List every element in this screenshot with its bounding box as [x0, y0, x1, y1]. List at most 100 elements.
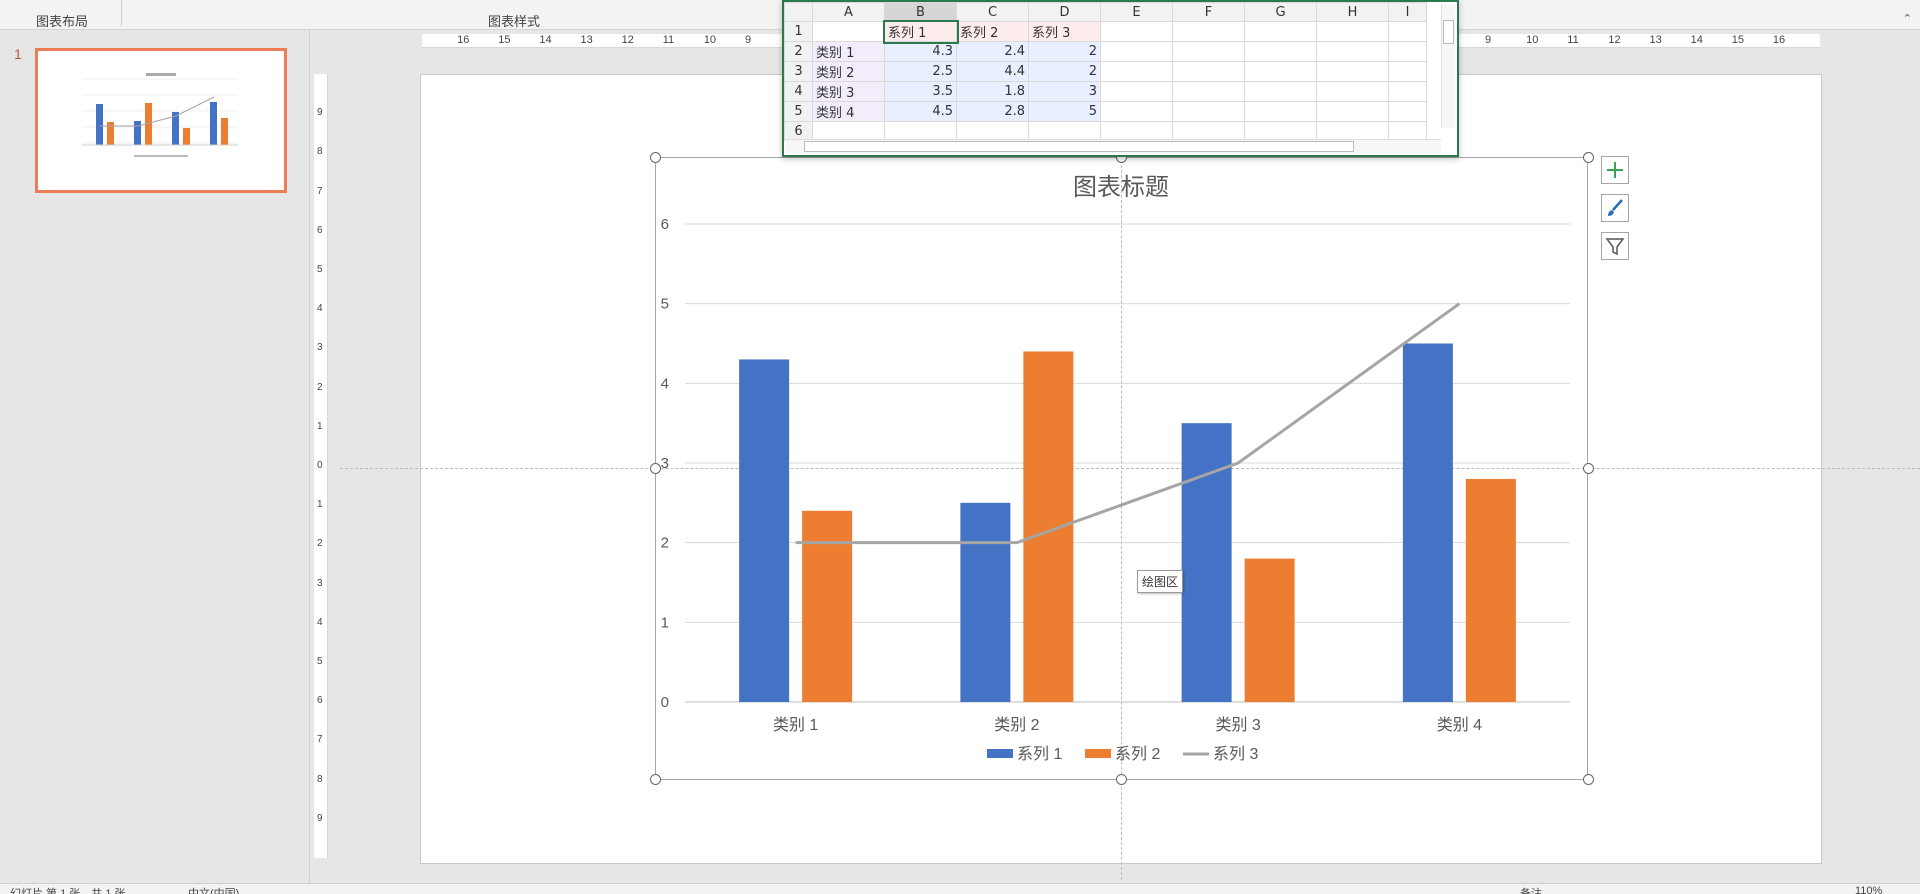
column-header[interactable]: H — [1316, 2, 1389, 22]
chart-layout-group-label[interactable]: 图表布局 — [36, 11, 88, 30]
sheet-cell[interactable] — [1172, 101, 1245, 122]
sheet-cell[interactable] — [956, 121, 1029, 141]
sheet-cell[interactable] — [1388, 41, 1427, 62]
sheet-cell[interactable] — [812, 21, 885, 42]
sheet-cell[interactable]: 系列 2 — [956, 21, 1029, 42]
series-line[interactable] — [795, 302, 1461, 545]
notes-button[interactable]: 备注 — [1520, 885, 1542, 894]
language-indicator[interactable]: 中文(中国) — [188, 885, 239, 894]
sheet-cell[interactable]: 3 — [1028, 81, 1101, 102]
bar[interactable] — [960, 502, 1011, 702]
sheet-cell[interactable] — [1244, 61, 1317, 82]
zoom-level[interactable]: 110% — [1855, 885, 1882, 894]
sheet-cell[interactable] — [1388, 81, 1427, 102]
select-all-corner[interactable] — [784, 2, 813, 22]
sheet-cell[interactable]: 3.5 — [884, 81, 957, 102]
bar[interactable] — [1181, 423, 1232, 702]
column-header[interactable]: G — [1244, 2, 1317, 22]
bar[interactable] — [1402, 343, 1453, 703]
sheet-cell[interactable]: 1.8 — [956, 81, 1029, 102]
sheet-cell[interactable]: 2 — [1028, 61, 1101, 82]
chart-legend[interactable]: 系列 1 系列 2 系列 3 — [987, 745, 1258, 763]
sheet-cell[interactable] — [1316, 121, 1389, 141]
chart-data-spreadsheet[interactable]: A B C D E F G H I 1 系列 1 系列 2 系列 3 2 类别 1 4.3 2.4 2 3 类别 22… — [782, 0, 1459, 157]
sheet-cell[interactable]: 4.5 — [884, 101, 957, 122]
row-header[interactable]: 2 — [784, 41, 813, 62]
column-header[interactable]: E — [1100, 2, 1173, 22]
row-header[interactable]: 1 — [784, 21, 813, 42]
vertical-scrollbar[interactable] — [1441, 4, 1455, 128]
bar[interactable] — [802, 510, 853, 702]
sheet-cell[interactable] — [1028, 121, 1101, 141]
chart-filters-button[interactable] — [1601, 232, 1629, 260]
sheet-cell[interactable] — [1172, 61, 1245, 82]
sheet-cell[interactable]: 2 — [1028, 41, 1101, 62]
sheet-cell[interactable] — [1100, 101, 1173, 122]
table-row: 1 系列 1 系列 2 系列 3 — [784, 19, 1427, 44]
scrollbar-thumb[interactable] — [804, 141, 1354, 152]
sheet-cell[interactable]: 4.4 — [956, 61, 1029, 82]
scrollbar-thumb[interactable] — [1443, 20, 1454, 44]
sheet-cell[interactable] — [884, 121, 957, 141]
sheet-cell[interactable] — [1244, 41, 1317, 62]
sheet-cell[interactable] — [1172, 41, 1245, 62]
chart-styles-button[interactable] — [1601, 194, 1629, 222]
ruler-label: 11 — [662, 34, 675, 46]
sheet-cell[interactable]: 5 — [1028, 101, 1101, 122]
bar[interactable] — [739, 359, 790, 702]
sheet-cell[interactable] — [1316, 41, 1389, 62]
horizontal-scrollbar[interactable] — [786, 139, 1441, 153]
sheet-cell[interactable]: 类别 2 — [812, 61, 885, 82]
sheet-cell[interactable] — [1100, 41, 1173, 62]
column-header[interactable]: C — [956, 2, 1029, 22]
column-header[interactable]: I — [1388, 2, 1427, 22]
sheet-cell[interactable]: 类别 1 — [812, 41, 885, 62]
sheet-cell[interactable] — [1316, 81, 1389, 102]
sheet-cell[interactable] — [812, 121, 885, 141]
sheet-cell[interactable] — [1244, 121, 1317, 141]
sheet-cell[interactable] — [1316, 21, 1389, 42]
sheet-cell[interactable]: 类别 4 — [812, 101, 885, 122]
bar[interactable] — [1465, 478, 1516, 702]
sheet-cell[interactable] — [1172, 81, 1245, 102]
sheet-cell[interactable]: 系列 1 — [882, 19, 959, 44]
spreadsheet-grid[interactable]: A B C D E F G H I 1 系列 1 系列 2 系列 3 2 类别 1 4.3 2.4 2 3 类别 22… — [784, 2, 1427, 141]
sheet-cell[interactable] — [1388, 101, 1427, 122]
sheet-cell[interactable] — [1388, 121, 1427, 141]
sheet-cell[interactable]: 系列 3 — [1028, 21, 1101, 42]
bar[interactable] — [1244, 558, 1295, 702]
row-header[interactable]: 6 — [784, 121, 813, 141]
sheet-cell[interactable] — [1172, 21, 1245, 42]
sheet-cell[interactable]: 2.5 — [884, 61, 957, 82]
sheet-cell[interactable] — [1244, 81, 1317, 102]
sheet-cell[interactable] — [1100, 121, 1173, 141]
bar[interactable] — [1023, 351, 1074, 702]
row-header[interactable]: 5 — [784, 101, 813, 122]
sheet-cell[interactable]: 2.4 — [956, 41, 1029, 62]
chart-styles-group-label[interactable]: 图表样式 — [488, 11, 540, 30]
row-header[interactable]: 3 — [784, 61, 813, 82]
column-header[interactable]: D — [1028, 2, 1101, 22]
sheet-cell[interactable] — [1316, 61, 1389, 82]
sheet-cell[interactable]: 4.3 — [884, 41, 957, 62]
sheet-cell[interactable] — [1100, 81, 1173, 102]
row-header[interactable]: 4 — [784, 81, 813, 102]
sheet-cell[interactable]: 2.8 — [956, 101, 1029, 122]
sheet-cell[interactable] — [1316, 101, 1389, 122]
column-header[interactable]: B — [884, 2, 957, 22]
sheet-cell[interactable] — [1100, 21, 1173, 42]
sheet-cell[interactable] — [1244, 21, 1317, 42]
sheet-cell[interactable] — [1388, 61, 1427, 82]
slide-thumbnail[interactable] — [35, 48, 287, 193]
sheet-cell[interactable] — [1244, 101, 1317, 122]
column-header[interactable]: F — [1172, 2, 1245, 22]
collapse-ribbon-icon[interactable]: ⌃ — [1903, 12, 1912, 25]
sheet-cell[interactable]: 类别 3 — [812, 81, 885, 102]
chart-title[interactable]: 图表标题 — [1073, 173, 1169, 201]
chart-elements-button[interactable] — [1601, 156, 1629, 184]
sheet-cell[interactable] — [1388, 21, 1427, 42]
column-header[interactable]: A — [812, 2, 885, 22]
sheet-cell[interactable] — [1172, 121, 1245, 141]
sheet-cell[interactable] — [1100, 61, 1173, 82]
chart[interactable]: 图表标题 0123456 类别 1 类别 2 类别 3 类别 4 系列 1 系列 2 系列… — [655, 157, 1588, 780]
